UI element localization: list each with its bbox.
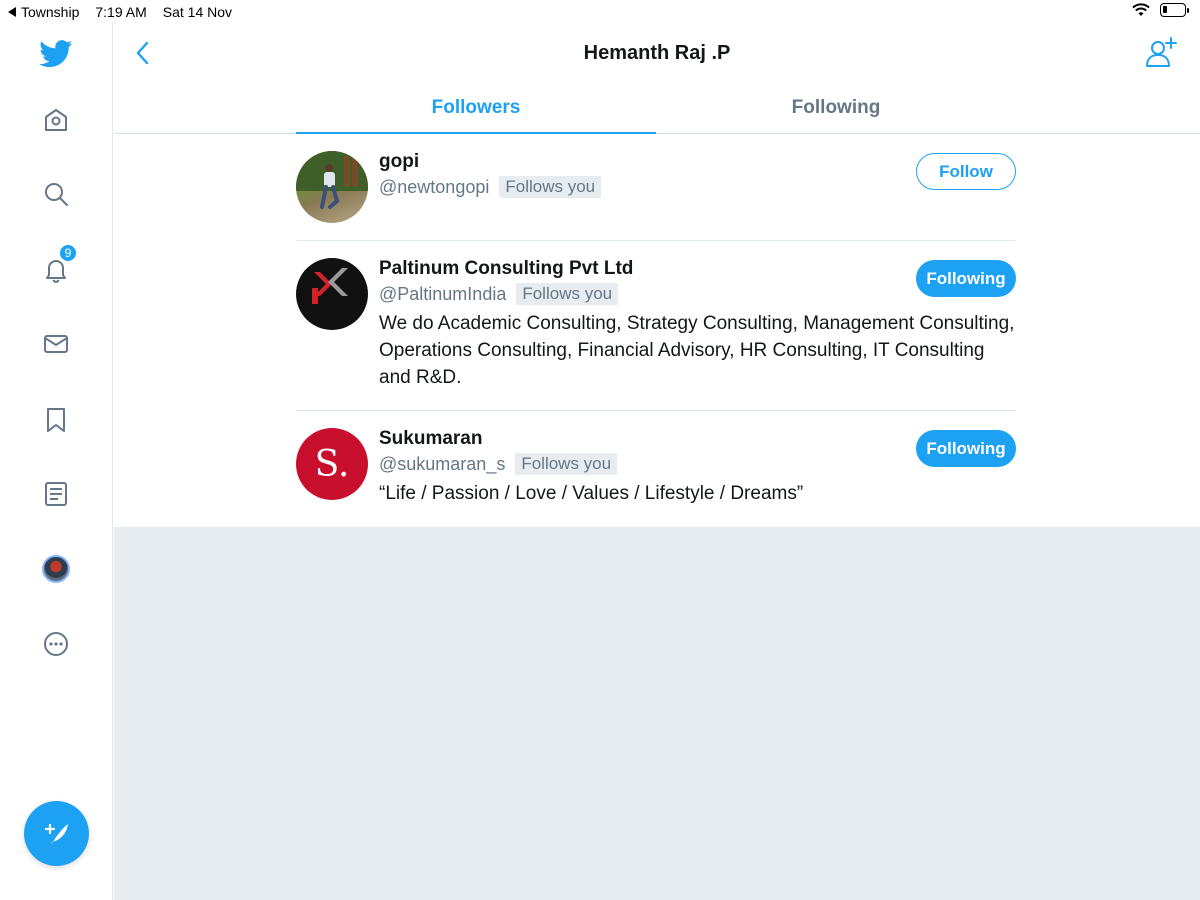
wifi-icon	[1132, 3, 1150, 16]
user-bio: We do Academic Consulting, Strategy Cons…	[379, 313, 1015, 388]
avatar[interactable]	[296, 151, 368, 223]
mail-icon[interactable]	[36, 324, 76, 364]
follows-you-badge: Follows you	[515, 453, 618, 475]
user-bio: “Life / Passion / Love / Values / Lifest…	[379, 483, 804, 504]
profile-avatar[interactable]	[36, 549, 76, 589]
following-button[interactable]: Following	[916, 260, 1016, 297]
list-item[interactable]: gopi @newtongopi Follows you Follow	[296, 134, 1016, 241]
follows-you-badge: Follows you	[499, 176, 602, 198]
add-user-icon	[1146, 37, 1177, 67]
home-icon[interactable]	[36, 100, 76, 140]
paltinum-logo	[312, 268, 348, 304]
battery-fill	[1163, 6, 1167, 13]
twitter-bird-icon[interactable]	[36, 34, 76, 74]
tab-followers[interactable]: Followers	[296, 82, 656, 135]
tab-bar: Followers Following	[296, 82, 1016, 135]
compose-tweet-button[interactable]	[24, 801, 89, 866]
main-content: Hemanth Raj .P Followers Following gopi …	[114, 24, 1200, 900]
notifications-item[interactable]: 9	[36, 244, 77, 290]
followers-list: gopi @newtongopi Follows you Follow Palt…	[114, 134, 1200, 527]
back-triangle-icon	[8, 7, 16, 17]
following-button[interactable]: Following	[916, 430, 1016, 467]
more-icon[interactable]	[36, 624, 76, 664]
avatar[interactable]: S.	[296, 428, 368, 500]
avatar-initial: S.	[314, 443, 350, 485]
user-handle[interactable]: @sukumaran_s	[379, 452, 505, 476]
notification-badge: 9	[59, 244, 77, 262]
status-date: Sat 14 Nov	[162, 4, 233, 20]
back-app-label: Township	[21, 4, 80, 20]
search-icon[interactable]	[36, 174, 76, 214]
user-handle[interactable]: @PaltinumIndia	[379, 282, 506, 306]
status-time: 7:19 AM	[95, 4, 147, 20]
person-photo	[296, 151, 368, 209]
status-bar: Township 7:19 AM Sat 14 Nov	[0, 0, 1200, 24]
lists-icon[interactable]	[36, 474, 76, 514]
avatar	[42, 555, 70, 583]
bookmark-icon[interactable]	[36, 400, 76, 440]
follows-you-badge: Follows you	[516, 283, 619, 305]
page-title: Hemanth Raj .P	[583, 42, 731, 64]
list-item[interactable]: Paltinum Consulting Pvt Ltd @PaltinumInd…	[296, 241, 1016, 411]
user-handle[interactable]: @newtongopi	[379, 175, 489, 199]
tab-following[interactable]: Following	[656, 82, 1016, 134]
page-header: Hemanth Raj .P Followers Following	[114, 24, 1200, 135]
follow-button[interactable]: Follow	[916, 153, 1016, 190]
add-user-button[interactable]	[1144, 36, 1178, 70]
list-item[interactable]: S. Sukumaran @sukumaran_s Follows you “L…	[296, 411, 1016, 527]
user-name[interactable]: gopi	[379, 151, 899, 173]
back-to-app-link[interactable]: Township	[8, 4, 79, 20]
battery-icon	[1160, 3, 1189, 17]
avatar[interactable]	[296, 258, 368, 330]
sidebar-nav: 9	[0, 24, 113, 900]
compose-tweet-icon	[44, 823, 68, 845]
